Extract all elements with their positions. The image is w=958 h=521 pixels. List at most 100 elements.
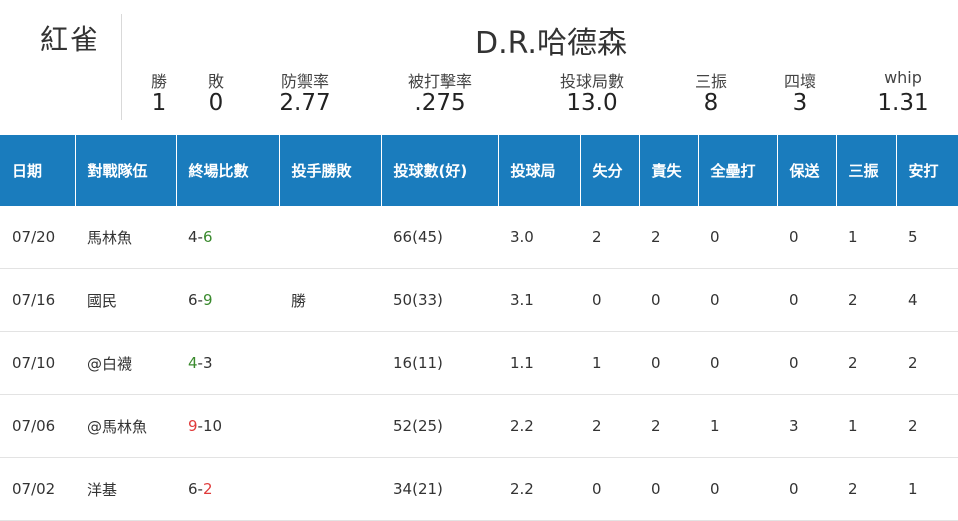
game-date-cell: 07/20: [0, 206, 75, 269]
opponent-cell: @馬林魚: [75, 394, 176, 458]
team-name: 紅雀: [40, 23, 101, 56]
home-runs-cell: 1: [698, 394, 777, 458]
runs-cell: 0: [580, 268, 639, 332]
stat-label: 投球局數: [559, 72, 624, 91]
score-team-a: 6: [188, 480, 198, 498]
hits-cell: 1: [896, 457, 958, 521]
pitcher-decision-cell: [279, 206, 381, 269]
earned-runs-cell: 0: [639, 268, 698, 332]
col-header-date: 日期: [0, 135, 76, 206]
earned-runs-cell: 2: [639, 206, 698, 269]
stat-label: 防禦率: [280, 72, 329, 91]
col-header-earned-runs: 責失: [639, 135, 699, 206]
runs-cell: 1: [580, 331, 639, 395]
col-header-innings: 投球局: [498, 135, 581, 206]
score-team-b: 3: [202, 354, 213, 372]
hits-cell: 2: [896, 331, 958, 395]
home-runs-cell: 0: [698, 206, 777, 269]
final-score-cell: 9-10: [176, 394, 279, 458]
pitcher-decision-cell: [279, 331, 381, 395]
strikeouts-cell: 1: [836, 394, 896, 458]
stat-value: 3: [792, 90, 808, 116]
stat-label: 被打擊率: [407, 72, 472, 91]
score-team-a: 6: [188, 291, 198, 309]
col-header-runs: 失分: [580, 135, 640, 206]
score-team-a: 4: [188, 354, 198, 372]
game-date-cell: 07/10: [0, 331, 75, 395]
stat-label: 四壞: [783, 72, 816, 91]
runs-cell: 2: [580, 394, 639, 458]
stat-value: .275: [414, 90, 466, 116]
game-date-cell: 07/06: [0, 394, 75, 458]
table-row: 07/10 @白襪 4-3 16(11) 1.1 1 0 0 0 2 2: [0, 331, 958, 395]
pitcher-decision-cell: [279, 394, 381, 458]
walks-cell: 0: [777, 268, 836, 332]
hits-cell: 4: [896, 268, 958, 332]
game-date-cell: 07/02: [0, 457, 75, 521]
player-header: 紅雀 D.R.哈德森 勝 1 敗 0 防禦率 2.77 被打擊率 .275 投球…: [0, 0, 958, 135]
opponent-cell: 國民: [75, 268, 176, 332]
pitch-count-cell: 52(25): [381, 394, 498, 458]
col-header-home-runs: 全壘打: [698, 135, 778, 206]
home-runs-cell: 0: [698, 457, 777, 521]
table-row: 07/20 馬林魚 4-6 66(45) 3.0 2 2 0 0 1 5: [0, 206, 958, 269]
score-team-a: 4: [188, 228, 198, 246]
stat-value: 1.31: [877, 90, 929, 116]
hits-cell: 5: [896, 206, 958, 269]
col-header-opponent: 對戰隊伍: [75, 135, 177, 206]
stat-label: whip: [884, 68, 922, 87]
table-row: 07/02 洋基 6-2 34(21) 2.2 0 0 0 0 2 1: [0, 457, 958, 521]
table-row: 07/06 @馬林魚 9-10 52(25) 2.2 2 2 1 3 1 2: [0, 394, 958, 458]
score-team-b: 2: [202, 480, 213, 498]
pitcher-decision-cell: 勝: [279, 268, 381, 332]
innings-pitched-cell: 1.1: [498, 331, 580, 395]
pitch-count-cell: 34(21): [381, 457, 498, 521]
hits-cell: 2: [896, 394, 958, 458]
final-score-cell: 6-2: [176, 457, 279, 521]
strikeouts-cell: 2: [836, 331, 896, 395]
score-team-a: 9: [188, 417, 198, 435]
score-team-b: 6: [202, 228, 213, 246]
opponent-cell: 洋基: [75, 457, 176, 521]
game-log-table: 日期 對戰隊伍 終場比數 投手勝敗 投球數(好) 投球局 失分 責失 全壘打 保…: [0, 135, 958, 521]
pitch-count-cell: 16(11): [381, 331, 498, 395]
opponent-cell: @白襪: [75, 331, 176, 395]
home-runs-cell: 0: [698, 268, 777, 332]
strikeouts-cell: 2: [836, 268, 896, 332]
pitch-count-cell: 50(33): [381, 268, 498, 332]
final-score-cell: 4-3: [176, 331, 279, 395]
earned-runs-cell: 0: [639, 331, 698, 395]
innings-pitched-cell: 2.2: [498, 457, 580, 521]
runs-cell: 0: [580, 457, 639, 521]
table-row: 07/16 國民 6-9 勝 50(33) 3.1 0 0 0 0 2 4: [0, 268, 958, 332]
walks-cell: 0: [777, 206, 836, 269]
walks-cell: 3: [777, 394, 836, 458]
col-header-pitches: 投球數(好): [381, 135, 499, 206]
earned-runs-cell: 2: [639, 394, 698, 458]
home-runs-cell: 0: [698, 331, 777, 395]
innings-pitched-cell: 3.0: [498, 206, 580, 269]
col-header-walks: 保送: [777, 135, 837, 206]
game-date-cell: 07/16: [0, 268, 75, 332]
innings-pitched-cell: 3.1: [498, 268, 580, 332]
stat-value: 2.77: [279, 90, 331, 116]
walks-cell: 0: [777, 457, 836, 521]
final-score-cell: 6-9: [176, 268, 279, 332]
player-name: D.R.哈德森: [475, 26, 627, 61]
col-header-strikeouts: 三振: [836, 135, 897, 206]
walks-cell: 0: [777, 331, 836, 395]
strikeouts-cell: 2: [836, 457, 896, 521]
earned-runs-cell: 0: [639, 457, 698, 521]
innings-pitched-cell: 2.2: [498, 394, 580, 458]
col-header-hits: 安打: [896, 135, 958, 206]
stat-value: 13.0: [566, 90, 618, 116]
score-team-b: 9: [202, 291, 213, 309]
pitch-count-cell: 66(45): [381, 206, 498, 269]
col-header-final-score: 終場比數: [176, 135, 280, 206]
table-header-row: 日期 對戰隊伍 終場比數 投手勝敗 投球數(好) 投球局 失分 責失 全壘打 保…: [0, 135, 958, 206]
col-header-decision: 投手勝敗: [279, 135, 382, 206]
final-score-cell: 4-6: [176, 206, 279, 269]
score-team-b: 10: [202, 417, 223, 435]
strikeouts-cell: 1: [836, 206, 896, 269]
runs-cell: 2: [580, 206, 639, 269]
